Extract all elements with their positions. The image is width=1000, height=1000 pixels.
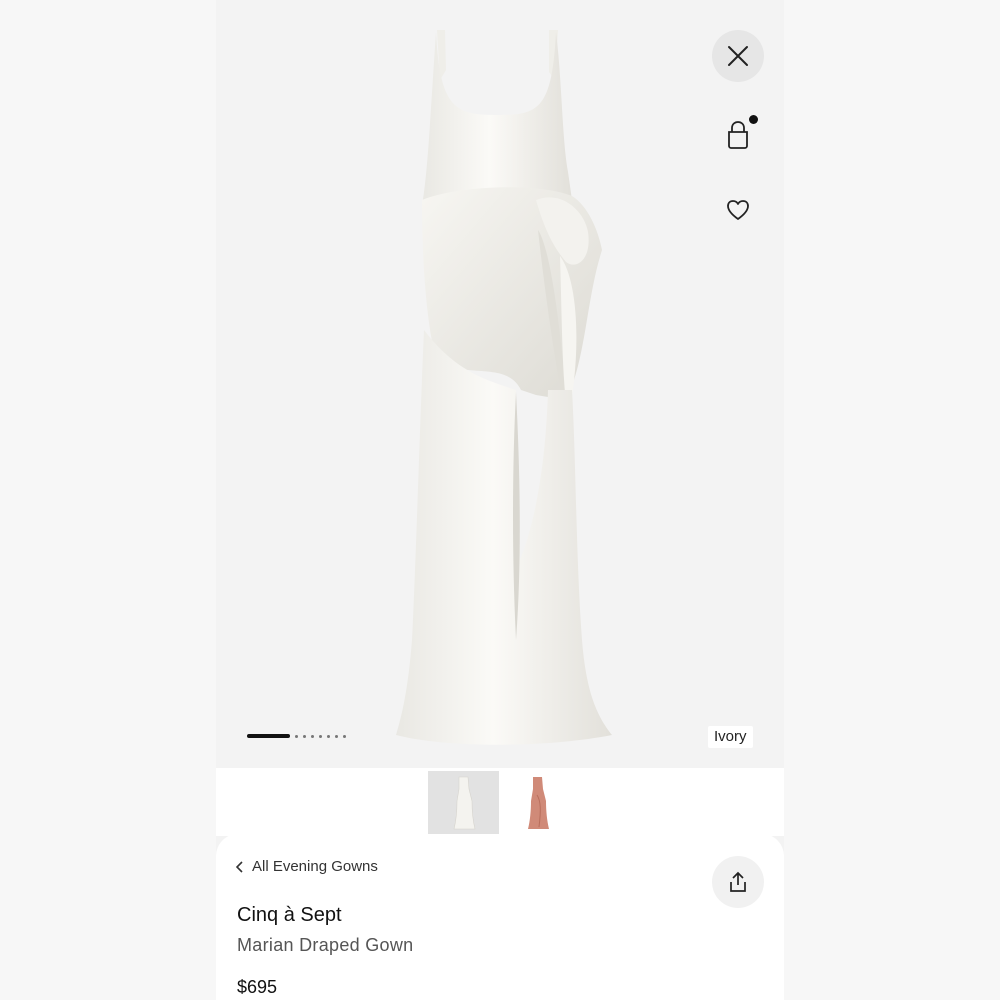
thumbnail-image [453,776,476,830]
product-image-carousel[interactable]: Ivory [216,0,784,768]
product-page: Ivory All Evening Gowns Cinq à Sept Mari… [216,0,784,1000]
product-image [396,30,612,745]
carousel-indicator [247,733,346,739]
product-name: Marian Draped Gown [237,935,414,955]
thumbnail-image [528,777,549,829]
color-label: Ivory [708,726,753,748]
thumbnail-ivory[interactable] [428,771,499,834]
close-icon [728,46,748,66]
breadcrumb-label: All Evening Gowns [252,858,378,875]
breadcrumb-back-link[interactable]: All Evening Gowns [236,858,378,875]
carousel-dot [295,734,298,738]
share-icon [730,871,746,892]
product-price: $695 [237,977,278,997]
thumbnail-rose[interactable] [503,771,574,834]
carousel-dot [303,734,306,738]
product-info-sheet: All Evening Gowns Cinq à Sept Marian Dra… [216,834,784,1000]
share-button[interactable] [712,856,764,908]
heart-icon [727,200,749,220]
carousel-dot [335,734,338,738]
favorite-button[interactable] [723,195,753,225]
carousel-dot [343,734,346,738]
carousel-dot [327,734,330,738]
chevron-left-icon [236,860,243,873]
thumbnail-strip [216,768,784,836]
brand-name[interactable]: Cinq à Sept [237,904,342,927]
close-button[interactable] [712,30,764,82]
carousel-dot [311,734,314,738]
carousel-dot-active [247,734,290,738]
carousel-dot [319,734,322,738]
cart-indicator-dot [749,115,758,124]
